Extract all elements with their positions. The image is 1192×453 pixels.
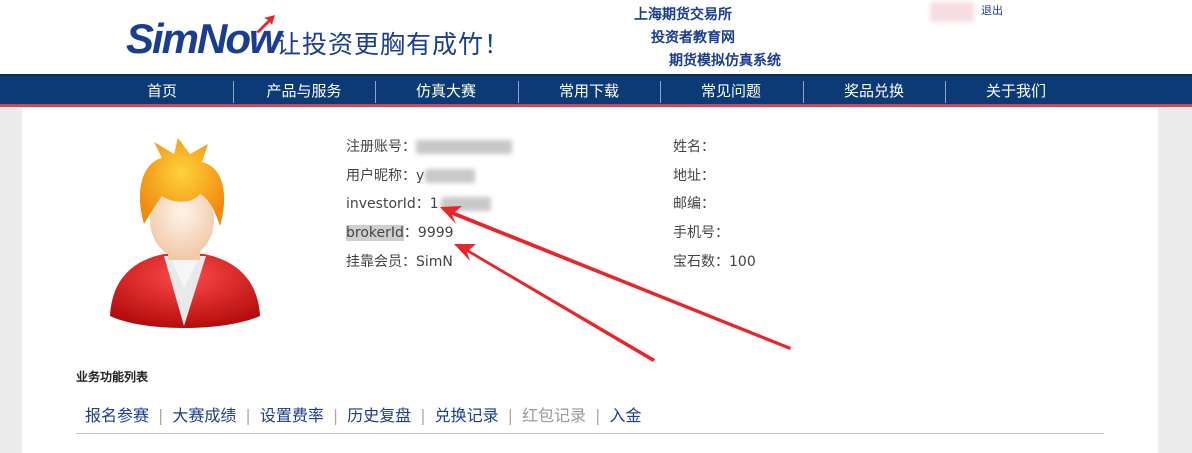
func-exchange-records[interactable]: 兑换记录 bbox=[435, 402, 499, 426]
nav-downloads[interactable]: 常用下载 bbox=[518, 76, 660, 106]
field-postcode: 邮编： bbox=[673, 194, 715, 214]
field-label: 挂靠会员： bbox=[346, 254, 416, 270]
logo-arrow-icon bbox=[256, 15, 275, 33]
nav-prizes[interactable]: 奖品兑换 bbox=[803, 76, 945, 106]
field-label: 地址： bbox=[673, 168, 715, 184]
field-value: 9999 bbox=[417, 225, 454, 241]
func-register[interactable]: 报名参赛 bbox=[85, 402, 149, 426]
main-nav: 首页 产品与服务 仿真大赛 常用下载 常见问题 奖品兑换 关于我们 bbox=[0, 74, 1192, 107]
func-separator: | bbox=[158, 406, 164, 425]
func-deposit[interactable]: 入金 bbox=[609, 402, 641, 426]
field-label: 宝石数： bbox=[673, 254, 729, 270]
slogan: 让投资更胸有成竹！ bbox=[276, 30, 511, 59]
func-set-fees[interactable]: 设置费率 bbox=[260, 402, 324, 426]
nickname-redacted bbox=[425, 169, 476, 183]
field-label: investorId： bbox=[346, 196, 430, 212]
field-member: 挂靠会员：SimN bbox=[346, 252, 453, 272]
field-value: SimN bbox=[416, 254, 453, 270]
account-redacted bbox=[416, 140, 512, 154]
func-history-replay[interactable]: 历史复盘 bbox=[347, 402, 411, 426]
field-value: y bbox=[416, 168, 425, 184]
user-avatar-icon bbox=[110, 138, 260, 328]
username-redacted bbox=[930, 2, 974, 22]
field-investorid: investorId：1 bbox=[346, 194, 491, 214]
field-gems: 宝石数：100 bbox=[673, 252, 756, 272]
field-phone: 手机号： bbox=[673, 223, 729, 243]
nav-faq[interactable]: 常见问题 bbox=[660, 76, 802, 106]
nav-home[interactable]: 首页 bbox=[91, 76, 233, 106]
field-brokerid: brokerId：9999 bbox=[346, 223, 454, 243]
simnow-logo[interactable]: SimNow bbox=[126, 14, 282, 64]
function-list: 报名参赛 | 大赛成绩 | 设置费率 | 历史复盘 | 兑换记录 | 红包记录 | 入金 bbox=[76, 402, 641, 426]
link-shfe[interactable]: 上海期货交易所 bbox=[634, 4, 732, 24]
func-separator: | bbox=[332, 406, 339, 425]
field-name: 姓名： bbox=[673, 137, 715, 157]
link-simulation-system[interactable]: 期货模拟仿真系统 bbox=[669, 50, 781, 70]
link-investor-education[interactable]: 投资者教育网 bbox=[651, 27, 735, 47]
field-label: brokerId bbox=[346, 225, 404, 241]
field-value: 1 bbox=[429, 196, 439, 212]
divider bbox=[76, 433, 1104, 434]
func-red-packet-records: 红包记录 bbox=[522, 406, 587, 425]
logout-link[interactable]: 退出 bbox=[981, 2, 1003, 18]
field-label: 注册账号： bbox=[346, 139, 416, 155]
field-account: 注册账号： bbox=[346, 137, 512, 157]
field-address: 地址： bbox=[673, 166, 715, 186]
field-separator: ： bbox=[403, 225, 418, 241]
field-label: 姓名： bbox=[673, 139, 715, 155]
nav-about[interactable]: 关于我们 bbox=[945, 76, 1087, 106]
func-separator: | bbox=[245, 406, 251, 425]
field-label: 邮编： bbox=[673, 196, 715, 212]
site-header: SimNow 让投资更胸有成竹！ 上海期货交易所 投资者教育网 期货模拟仿真系统… bbox=[0, 0, 1192, 74]
field-nickname: 用户昵称：y bbox=[346, 166, 476, 186]
nav-competition[interactable]: 仿真大赛 bbox=[375, 76, 517, 106]
field-value: 100 bbox=[729, 254, 756, 270]
function-list-title: 业务功能列表 bbox=[76, 370, 149, 384]
func-separator: | bbox=[595, 406, 601, 425]
nav-products[interactable]: 产品与服务 bbox=[233, 76, 375, 106]
investorid-redacted bbox=[440, 197, 491, 211]
func-separator: | bbox=[507, 406, 514, 425]
field-label: 手机号： bbox=[673, 225, 729, 241]
func-results[interactable]: 大赛成绩 bbox=[172, 402, 236, 426]
field-label: 用户昵称： bbox=[346, 168, 416, 184]
func-separator: | bbox=[420, 406, 426, 425]
